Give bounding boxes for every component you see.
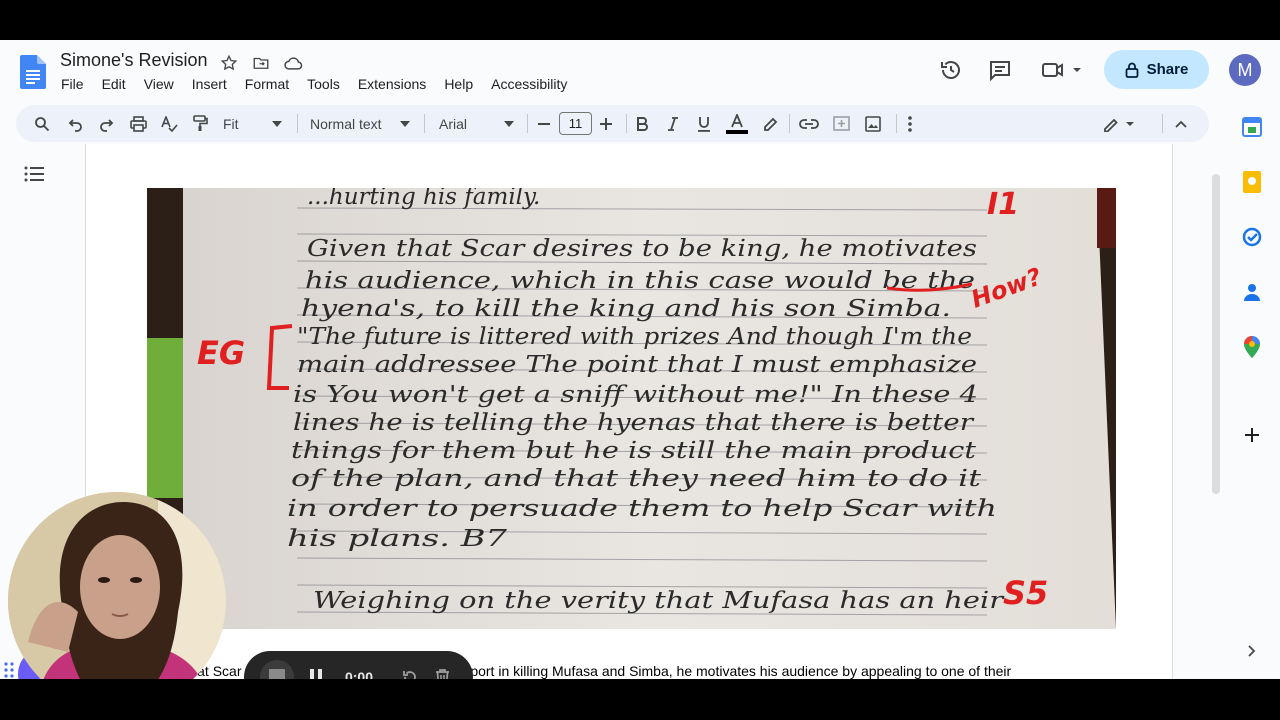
handwriting-line: is You won't get a sniff without me!" In…: [293, 382, 978, 408]
restart-icon[interactable]: [398, 651, 422, 679]
recorder-controls: 0:00: [244, 651, 473, 679]
undo-icon[interactable]: [64, 105, 88, 142]
stop-icon: [269, 669, 285, 679]
share-button[interactable]: Share: [1104, 50, 1209, 89]
menu-edit[interactable]: Edit: [93, 76, 135, 92]
menu-accessibility[interactable]: Accessibility: [482, 76, 576, 92]
editing-mode-icon[interactable]: [1100, 105, 1140, 142]
maps-icon[interactable]: [1241, 336, 1263, 358]
menu-insert[interactable]: Insert: [183, 76, 236, 92]
paint-format-icon[interactable]: [188, 105, 212, 142]
annotation-s5: S5: [1003, 574, 1048, 612]
star-icon[interactable]: [218, 52, 240, 74]
recording-timer: 0:00: [344, 669, 374, 679]
zoom-value: Fit: [223, 115, 239, 132]
spellcheck-icon[interactable]: [157, 105, 181, 142]
chevron-right-icon[interactable]: [1241, 640, 1263, 662]
toolbar-divider: [424, 114, 425, 133]
menu-file[interactable]: File: [52, 76, 93, 92]
version-history-icon[interactable]: [938, 57, 964, 83]
add-addon-icon[interactable]: [1241, 424, 1263, 446]
font-size-input[interactable]: 11: [559, 112, 592, 135]
annotation-eg: EG: [197, 334, 245, 372]
cloud-saved-icon[interactable]: [282, 52, 304, 74]
move-folder-icon[interactable]: [250, 52, 272, 74]
bold-icon[interactable]: [632, 105, 652, 142]
document-outline-icon[interactable]: [24, 166, 44, 187]
decrease-font-size-icon[interactable]: [534, 105, 554, 142]
increase-font-size-icon[interactable]: [596, 105, 616, 142]
document-page[interactable]: ...hurting his family. Given that Scar d…: [85, 144, 1173, 679]
menu-format[interactable]: Format: [236, 76, 298, 92]
share-label: Share: [1146, 61, 1189, 78]
menu-extensions[interactable]: Extensions: [349, 76, 435, 92]
chevron-down-icon: [270, 105, 284, 142]
meet-video-icon[interactable]: [1040, 57, 1084, 83]
drag-handle-icon[interactable]: [4, 661, 14, 679]
tasks-icon[interactable]: [1241, 226, 1263, 248]
toolbar-divider: [789, 114, 790, 133]
pause-icon[interactable]: [304, 651, 328, 679]
toolbar-divider: [527, 114, 528, 133]
toolbar-divider: [626, 114, 627, 133]
handwriting-line: in order to persuade them to help Scar w…: [287, 496, 997, 522]
more-options-icon[interactable]: [902, 105, 918, 142]
print-icon[interactable]: [126, 105, 150, 142]
toolbar-divider: [297, 114, 298, 133]
paragraph-style-value: Normal text: [310, 115, 382, 132]
font-family-value: Arial: [439, 115, 468, 132]
vertical-scrollbar[interactable]: [1212, 174, 1220, 494]
search-menus-icon[interactable]: [30, 105, 54, 142]
handwriting-line: main addressee The point that I must emp…: [297, 352, 977, 378]
formatting-toolbar: Fit Normal text Arial 11: [16, 105, 1209, 142]
handwriting-line: hyena's, to kill the king and his son Si…: [301, 296, 951, 322]
menu-view[interactable]: View: [135, 76, 183, 92]
docs-logo-icon[interactable]: [20, 55, 46, 89]
handwriting-line: "The future is littered with prizes And …: [297, 324, 972, 350]
handwriting-line: of the plan, and that they need him to d…: [291, 466, 982, 492]
comments-icon[interactable]: [987, 57, 1013, 83]
handwriting-line: things for them but he is still the main…: [291, 438, 977, 464]
calendar-icon[interactable]: [1241, 116, 1263, 138]
handwriting-line: Given that Scar desires to be king, he m…: [307, 236, 977, 262]
chevron-down-icon: [502, 105, 516, 142]
handwritten-essay-image[interactable]: ...hurting his family. Given that Scar d…: [147, 188, 1116, 629]
italic-icon[interactable]: [663, 105, 683, 142]
font-family-select[interactable]: Arial: [439, 105, 499, 142]
highlight-color-icon[interactable]: [760, 105, 780, 142]
stop-recording-button[interactable]: [260, 651, 294, 679]
menu-help[interactable]: Help: [435, 76, 482, 92]
insert-image-icon[interactable]: [862, 105, 884, 142]
menu-bar: File Edit View Insert Format Tools Exten…: [52, 76, 576, 92]
annotation-i1: I1: [987, 188, 1019, 222]
delete-icon[interactable]: [430, 651, 454, 679]
add-comment-icon[interactable]: [830, 105, 852, 142]
handwriting-line: lines he is telling the hyenas that ther…: [293, 410, 975, 436]
underline-icon[interactable]: [694, 105, 714, 142]
side-panel: [1230, 104, 1280, 679]
lock-icon: [1125, 62, 1139, 78]
handwriting-line: Weighing on the verity that Mufasa has a…: [313, 588, 1006, 614]
keep-icon[interactable]: [1241, 171, 1263, 193]
handwriting-line: ...hurting his family.: [307, 188, 540, 210]
title-bar: Simone's Revision File Edit View Insert …: [0, 40, 1280, 104]
chevron-down-icon: [398, 105, 412, 142]
insert-link-icon[interactable]: [797, 105, 821, 142]
document-title[interactable]: Simone's Revision: [60, 50, 208, 71]
app-window: Simone's Revision File Edit View Insert …: [0, 40, 1280, 679]
toolbar-divider: [1162, 114, 1163, 133]
handwriting-line: his audience, which in this case would b…: [305, 268, 975, 294]
redo-icon[interactable]: [94, 105, 118, 142]
toolbar-divider: [896, 114, 897, 133]
menu-tools[interactable]: Tools: [298, 76, 349, 92]
user-avatar[interactable]: M: [1229, 54, 1261, 86]
paragraph-style-select[interactable]: Normal text: [310, 105, 400, 142]
chevron-up-icon[interactable]: [1171, 105, 1191, 142]
contacts-icon[interactable]: [1241, 281, 1263, 303]
text-color-icon[interactable]: [725, 105, 749, 142]
